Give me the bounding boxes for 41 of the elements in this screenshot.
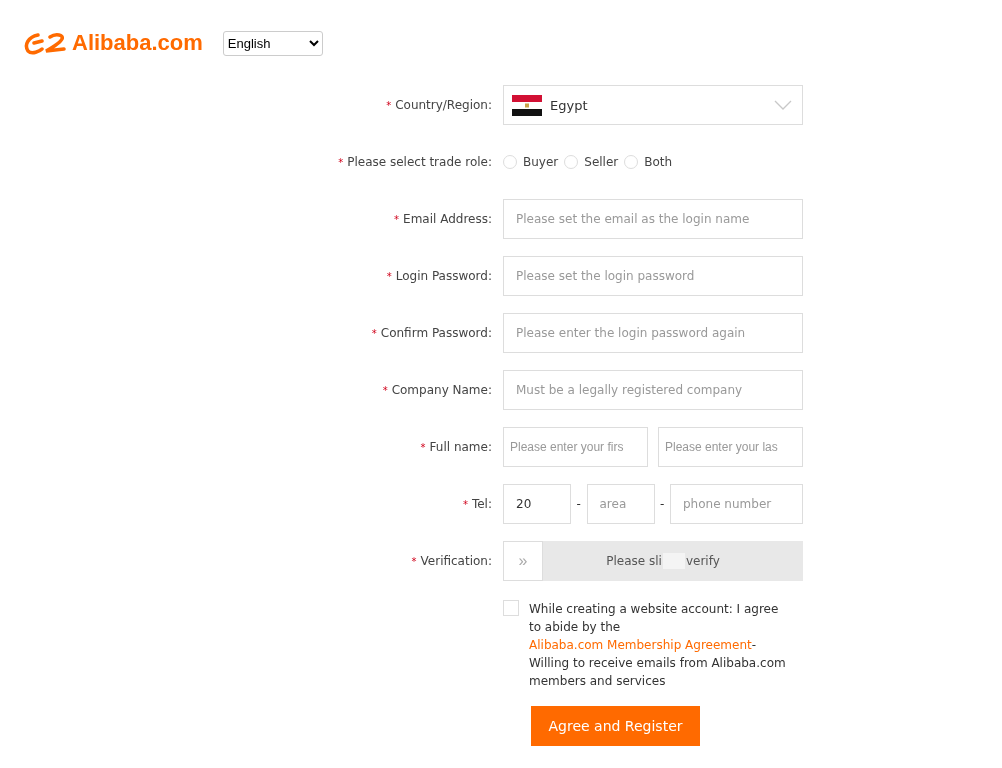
required-marker: * xyxy=(462,499,468,510)
logo-text: Alibaba.com xyxy=(72,30,203,56)
chevron-down-icon xyxy=(774,100,792,110)
field-label: Company Name: xyxy=(391,383,492,397)
phone-input-field[interactable]: 20 xyxy=(503,484,571,524)
input-field[interactable]: Please enter the login password again xyxy=(503,313,803,353)
field-label: Confirm Password: xyxy=(380,326,492,340)
required-marker: * xyxy=(411,556,417,567)
required-marker: * xyxy=(386,100,392,111)
field-label: Login Password: xyxy=(395,269,492,283)
role-radio[interactable]: Seller xyxy=(564,155,619,169)
slider-text: verify xyxy=(685,554,720,568)
language-select[interactable]: English xyxy=(222,30,323,56)
flag-icon xyxy=(512,94,542,116)
required-marker: * xyxy=(386,271,392,282)
required-marker: * xyxy=(371,328,377,339)
country-select[interactable]: Egypt xyxy=(503,85,803,125)
name-input-field[interactable]: Please enter your las xyxy=(658,427,803,467)
field-label: Please select trade role: xyxy=(347,155,492,169)
field-label: Country/Region: xyxy=(395,98,492,112)
agreement-checkbox[interactable] xyxy=(503,600,519,616)
separator: - xyxy=(659,497,666,511)
required-marker: * xyxy=(394,214,400,225)
phone-input-field[interactable]: phone number xyxy=(670,484,803,524)
field-label: Tel: xyxy=(471,497,492,511)
input-field[interactable]: Please set the email as the login name xyxy=(503,199,803,239)
name-input-field[interactable]: Please enter your firs xyxy=(503,427,648,467)
agreement-text: While creating a website account: I agree to abide by the Alibaba.com Membership Agreement- Willing to receive emails from Alibaba.com members and services xyxy=(529,601,787,690)
field-label: Full name: xyxy=(429,440,492,454)
separator: - xyxy=(575,497,582,511)
input-field[interactable]: Please set the login password xyxy=(503,256,803,296)
required-marker: * xyxy=(420,442,426,453)
role-radio[interactable]: Both xyxy=(624,155,673,169)
phone-input-field[interactable]: area xyxy=(586,484,655,524)
required-marker: * xyxy=(338,157,344,168)
field-label: Email Address: xyxy=(403,212,492,226)
required-marker: * xyxy=(382,385,388,396)
role-radio[interactable]: Buyer xyxy=(503,155,559,169)
field-label: Verification: xyxy=(420,554,492,568)
slider-text: Please sli xyxy=(606,554,662,568)
input-field[interactable]: Must be a legally registered company xyxy=(503,370,803,410)
